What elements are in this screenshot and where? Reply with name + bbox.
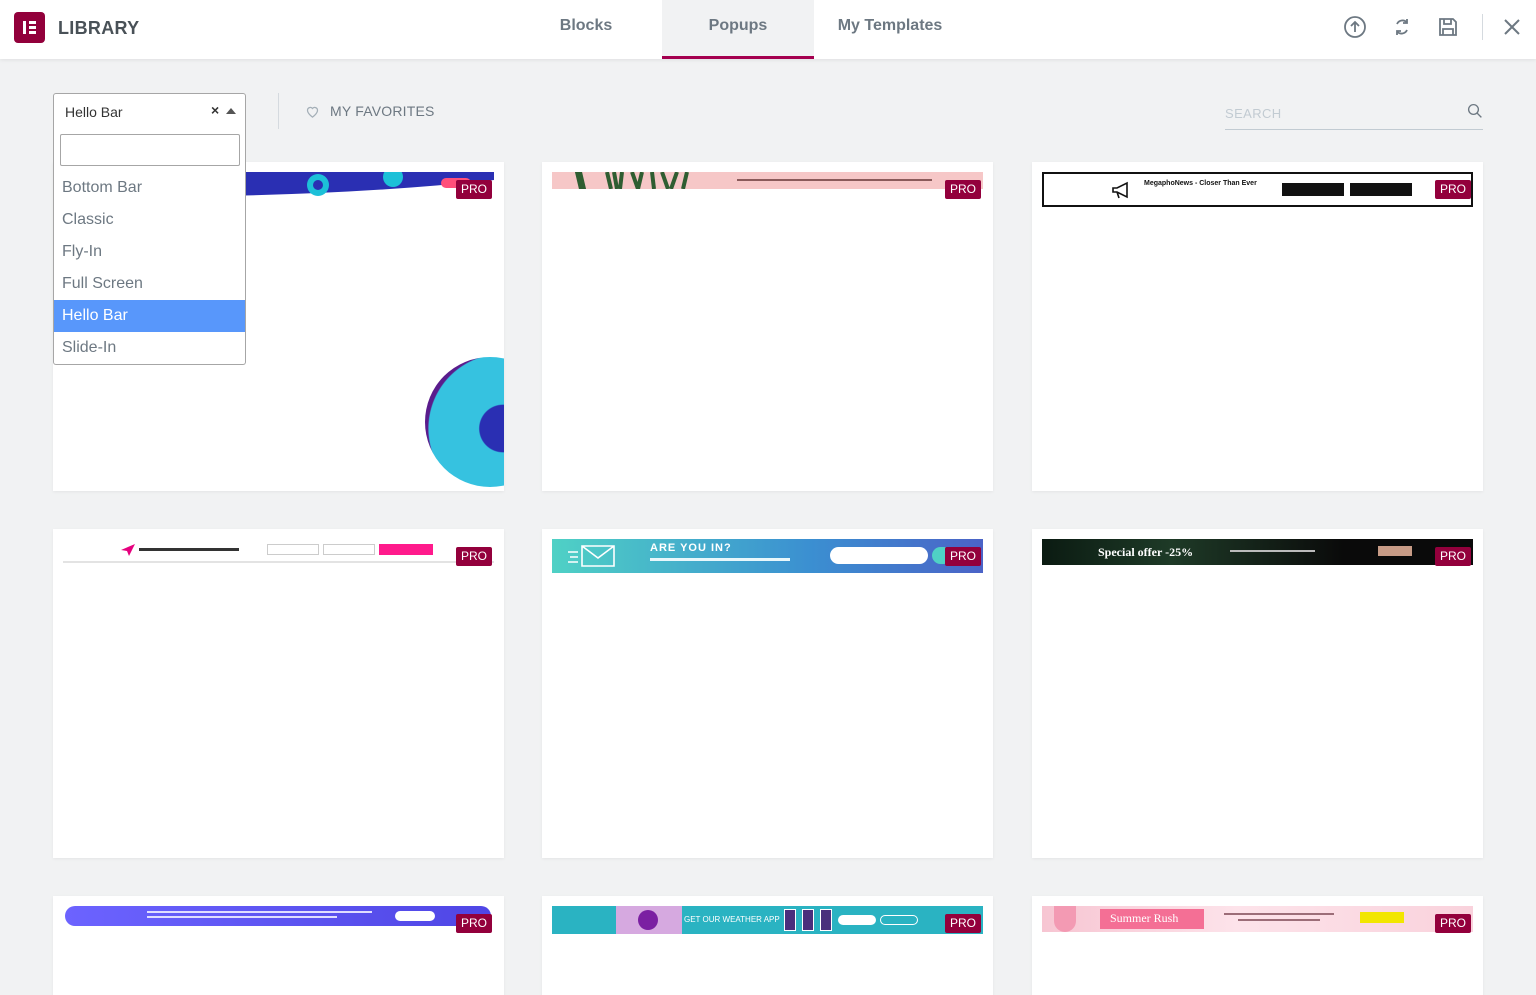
upload-icon[interactable] xyxy=(1343,15,1367,39)
send-button xyxy=(379,544,433,555)
template-thumbnail: GET OUR WEATHER APP xyxy=(552,906,983,934)
pro-badge: PRO xyxy=(945,914,982,933)
my-favorites-label: MY FAVORITES xyxy=(330,103,435,119)
template-card[interactable]: Special offer -25% PRO xyxy=(1032,529,1483,858)
template-card[interactable]: PRO xyxy=(53,529,504,858)
template-title: MegaphoNews - Closer Than Ever xyxy=(1144,180,1257,187)
email-field xyxy=(323,544,375,555)
tab-my-templates[interactable]: My Templates xyxy=(814,0,966,59)
template-thumbnail xyxy=(65,906,491,926)
template-search xyxy=(1225,96,1483,130)
type-filter-select[interactable]: Hello Bar × xyxy=(53,93,246,129)
template-card[interactable]: PRO xyxy=(542,162,993,491)
option-slide-in[interactable]: Slide-In xyxy=(54,332,245,364)
option-fly-in[interactable]: Fly-In xyxy=(54,236,245,268)
template-card[interactable]: MegaphoNews - Closer Than Ever PRO xyxy=(1032,162,1483,491)
template-thumbnail: ARE YOU IN? xyxy=(552,539,983,573)
envelope-icon xyxy=(568,545,615,567)
my-favorites-filter[interactable]: MY FAVORITES xyxy=(305,102,435,120)
option-bottom-bar[interactable]: Bottom Bar xyxy=(54,172,245,204)
search-icon[interactable] xyxy=(1466,102,1484,120)
clear-filter-icon[interactable]: × xyxy=(211,102,219,118)
pro-badge: PRO xyxy=(945,180,982,199)
toolbar-divider xyxy=(278,93,279,129)
header-divider xyxy=(1482,14,1483,40)
pro-badge: PRO xyxy=(1435,180,1472,199)
option-hello-bar[interactable]: Hello Bar xyxy=(54,300,245,332)
template-title: ARE YOU IN? xyxy=(650,542,732,554)
elementor-logo-icon xyxy=(14,12,45,43)
template-title: Summer Rush xyxy=(1110,911,1179,925)
app-store-button xyxy=(880,915,918,925)
pro-badge: PRO xyxy=(1435,914,1472,933)
donut-image xyxy=(425,357,504,487)
understand-button xyxy=(395,911,435,921)
tab-blocks[interactable]: Blocks xyxy=(510,0,662,59)
name-field xyxy=(267,544,319,555)
option-classic[interactable]: Classic xyxy=(54,204,245,236)
pro-badge: PRO xyxy=(945,547,982,566)
template-card[interactable]: GET OUR WEATHER APP PRO xyxy=(542,896,993,995)
template-card[interactable]: ARE YOU IN? PRO xyxy=(542,529,993,858)
pro-badge: PRO xyxy=(456,547,493,566)
template-card[interactable]: Summer Rush PRO xyxy=(1032,896,1483,995)
type-filter-options: Bottom Bar Classic Fly-In Full Screen He… xyxy=(54,172,245,364)
google-play-button xyxy=(838,915,876,925)
template-thumbnail: Summer Rush xyxy=(1042,906,1473,932)
pro-badge: PRO xyxy=(456,914,493,933)
pro-badge: PRO xyxy=(1435,547,1472,566)
template-thumbnail: MegaphoNews - Closer Than Ever xyxy=(1042,172,1473,207)
library-tabs: Blocks Popups My Templates xyxy=(510,0,966,59)
pro-badge: PRO xyxy=(456,180,493,199)
template-card[interactable]: PRO xyxy=(53,896,504,995)
library-header: LIBRARY Blocks Popups My Templates xyxy=(0,0,1536,59)
email-field xyxy=(830,547,928,564)
chevron-up-icon[interactable] xyxy=(226,108,236,114)
paper-plane-icon xyxy=(121,544,135,556)
option-full-screen[interactable]: Full Screen xyxy=(54,268,245,300)
type-filter-dropdown: Bottom Bar Classic Fly-In Full Screen He… xyxy=(53,128,246,365)
template-search-input[interactable] xyxy=(1225,100,1455,126)
google-play-button xyxy=(1282,183,1344,196)
template-title: GET OUR WEATHER APP xyxy=(684,915,780,924)
save-icon[interactable] xyxy=(1436,15,1460,39)
library-title: LIBRARY xyxy=(58,18,140,38)
heart-icon xyxy=(306,106,319,118)
type-filter-search-input[interactable] xyxy=(60,134,240,166)
template-thumbnail xyxy=(552,172,983,189)
close-icon[interactable] xyxy=(1500,15,1524,39)
template-title: Special offer -25% xyxy=(1098,545,1194,559)
buy-now-button xyxy=(1378,546,1412,556)
template-thumbnail: Special offer -25% xyxy=(1042,539,1473,565)
template-thumbnail xyxy=(63,539,494,563)
click-and-look-button xyxy=(1360,912,1404,923)
megaphone-icon xyxy=(1112,181,1128,199)
app-logo-icon xyxy=(638,910,658,930)
sync-icon[interactable] xyxy=(1390,15,1414,39)
tab-popups[interactable]: Popups xyxy=(662,0,814,59)
app-store-button xyxy=(1350,183,1412,196)
type-filter-value: Hello Bar xyxy=(65,104,123,120)
